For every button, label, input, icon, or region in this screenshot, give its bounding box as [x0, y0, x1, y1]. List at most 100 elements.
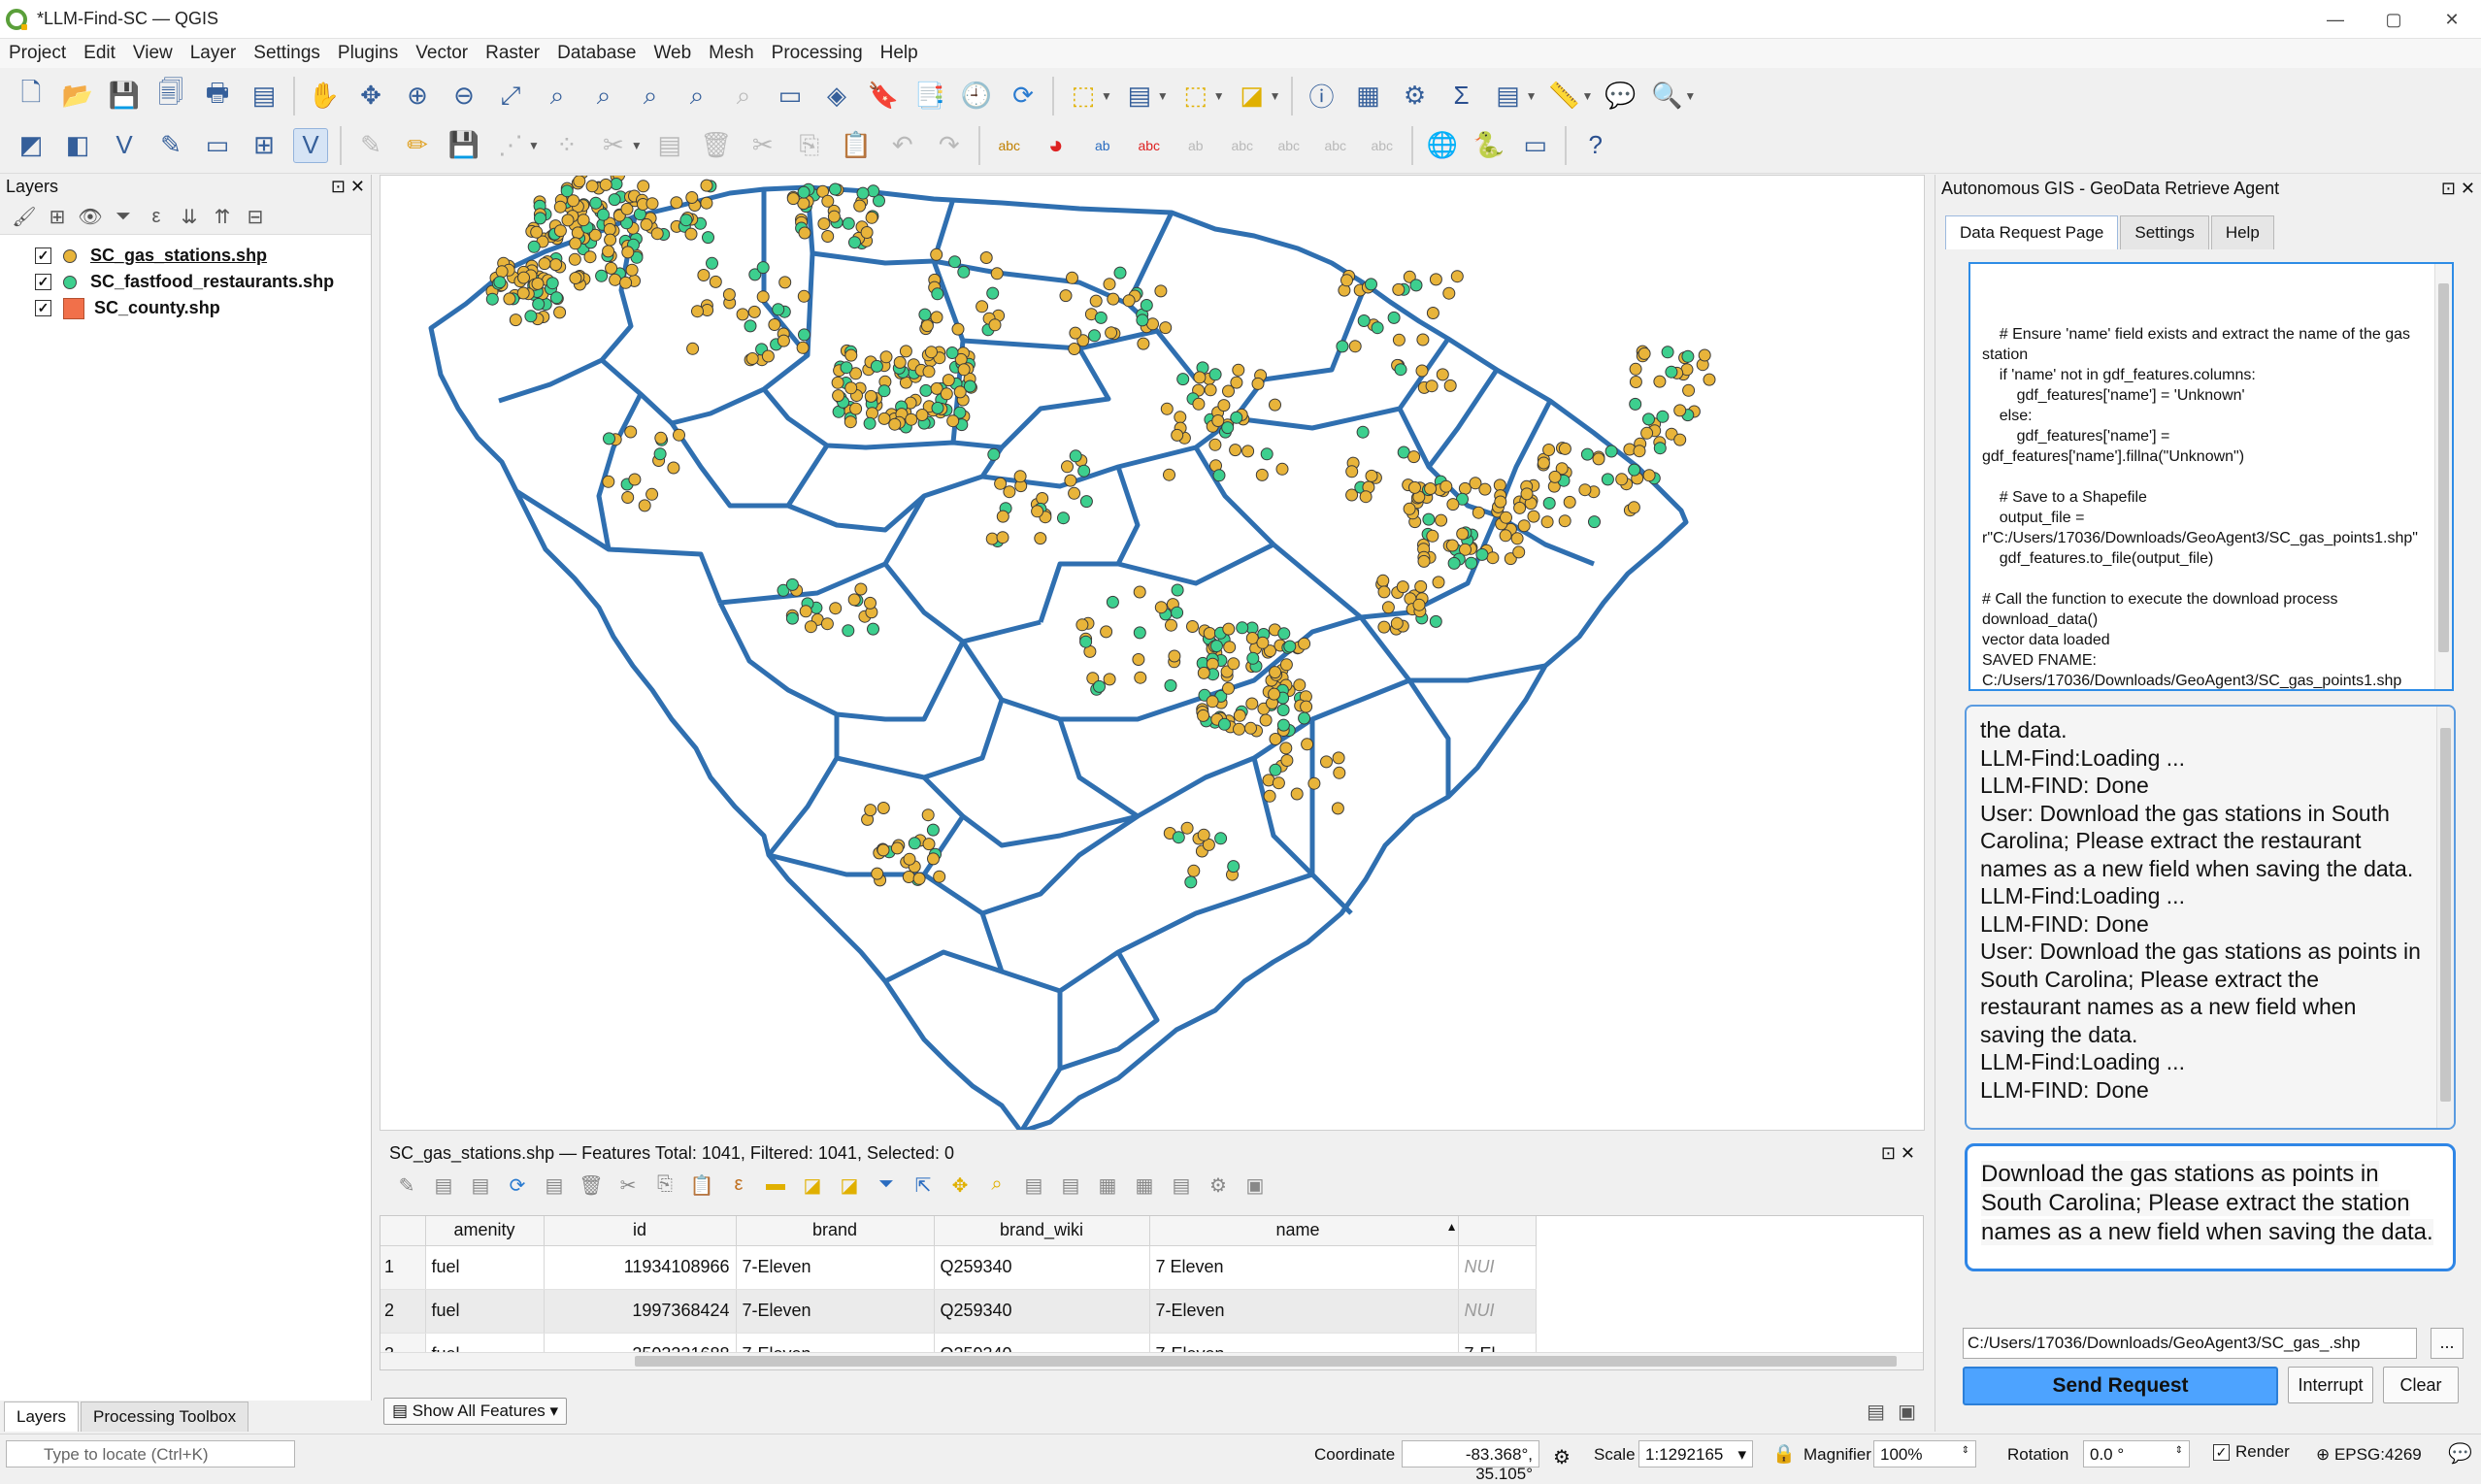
attribute-table-icon[interactable]: ▦ — [1351, 79, 1386, 114]
cell-brand[interactable]: 7-Eleven — [736, 1245, 935, 1290]
panel-close-icon[interactable]: ⊡ ✕ — [2441, 179, 2475, 200]
column-header-name[interactable]: name ▲ — [1149, 1216, 1459, 1246]
menu-edit[interactable]: Edit — [75, 43, 124, 64]
add-postgis-icon[interactable]: ✎ — [153, 128, 188, 163]
layer-style-icon[interactable]: 🖌 — [8, 205, 41, 229]
cell-amenity[interactable]: fuel — [425, 1245, 545, 1290]
add-mesh-icon[interactable]: ⊞ — [247, 128, 281, 163]
select-by-expression-icon[interactable]: ε — [723, 1173, 754, 1203]
deselect-icon[interactable]: ⬚ — [1178, 79, 1213, 114]
zoom-to-layer-icon[interactable]: ⌕ — [586, 79, 621, 114]
add-feature-icon[interactable]: ⋰ — [493, 128, 528, 163]
rotation-spinbox[interactable]: 0.0 ° ⇕ — [2083, 1440, 2190, 1468]
add-vector-layer-icon[interactable]: ◩ — [14, 128, 49, 163]
locator-search-input[interactable]: Type to locate (Ctrl+K) — [6, 1440, 295, 1468]
zoom-full-icon[interactable]: ⤢ — [493, 79, 528, 114]
coordinate-field[interactable]: -83.368°, 35.105° — [1402, 1440, 1539, 1483]
menu-database[interactable]: Database — [548, 43, 645, 64]
menu-settings[interactable]: Settings — [245, 43, 329, 64]
zoom-to-selected-icon[interactable]: ⌕ — [981, 1173, 1012, 1203]
copy-icon[interactable]: ⎘ — [649, 1173, 680, 1203]
menu-web[interactable]: Web — [645, 43, 700, 64]
field-calculator-icon[interactable]: ▦ — [1092, 1173, 1123, 1203]
zoom-to-selection-icon[interactable]: ⌕ — [540, 79, 575, 114]
column-header-id[interactable]: id — [544, 1216, 737, 1246]
change-label-icon[interactable]: abc — [1272, 128, 1307, 163]
print-layout-icon[interactable]: 🖶 — [200, 78, 235, 114]
tab-help[interactable]: Help — [2210, 215, 2274, 249]
delete-selected-icon[interactable]: 🗑 — [699, 128, 734, 163]
new-field-icon[interactable]: ▤ — [1018, 1173, 1049, 1203]
measure-icon[interactable]: 📏 — [1546, 79, 1581, 114]
vertex-tool-icon[interactable]: ⁘ — [549, 128, 584, 163]
render-checkbox[interactable]: ✓ Render — [2213, 1442, 2290, 1462]
cell-name[interactable]: 7-Eleven — [1149, 1289, 1459, 1334]
label-callout-icon[interactable]: abc — [1365, 128, 1400, 163]
reload-table-icon[interactable]: ⟳ — [502, 1173, 533, 1203]
open-table-icon[interactable]: ▤ — [1491, 79, 1526, 114]
save-as-icon[interactable]: 🗐 — [153, 78, 188, 114]
show-hide-labels-icon[interactable]: abc — [1132, 128, 1167, 163]
column-header-more[interactable] — [1458, 1216, 1537, 1246]
vertical-scrollbar[interactable] — [2436, 707, 2454, 1128]
filter-legend-icon[interactable]: ⏷ — [107, 206, 140, 228]
delete-feature-icon[interactable]: 🗑 — [576, 1173, 607, 1203]
zoom-native-icon[interactable]: ⌕ — [633, 79, 668, 114]
cell-extra[interactable]: NUI — [1458, 1245, 1537, 1290]
pan-to-selection-icon[interactable]: ✥ — [353, 79, 388, 114]
actions-icon[interactable]: ⚙ — [1203, 1173, 1234, 1203]
paste-icon[interactable]: 📋 — [839, 128, 874, 163]
invert-selection-icon[interactable]: ◪ — [797, 1173, 828, 1203]
map-canvas[interactable] — [380, 175, 1925, 1131]
multi-edit-icon[interactable]: ▤ — [465, 1173, 496, 1203]
show-bookmarks-icon[interactable]: 📑 — [912, 79, 947, 114]
layer-item-county[interactable]: ✓ SC_county.shp — [0, 295, 371, 321]
toggle-edit-icon[interactable]: ✎ — [391, 1173, 422, 1203]
label-properties-icon[interactable]: abc — [1318, 128, 1353, 163]
attribute-edit-icon[interactable]: ▤ — [652, 128, 687, 163]
column-header-brand[interactable]: brand — [736, 1216, 935, 1246]
row-number[interactable]: 2 — [380, 1289, 426, 1334]
menu-project[interactable]: Project — [0, 43, 75, 64]
open-project-icon[interactable]: 📂 — [60, 79, 95, 114]
undo-icon[interactable]: ↶ — [885, 128, 920, 163]
cell-id[interactable]: 11934108966 — [544, 1245, 737, 1290]
select-features-icon[interactable]: ⬚ — [1066, 79, 1101, 114]
minimize-button[interactable]: — — [2306, 0, 2365, 39]
panel-close-icon[interactable]: ⊡ ✕ — [1881, 1143, 1915, 1165]
expand-all-icon[interactable]: ⇊ — [173, 205, 206, 229]
scale-combobox[interactable]: 1:1292165 ▾ — [1638, 1440, 1753, 1468]
cell-extra[interactable]: NUI — [1458, 1289, 1537, 1334]
browse-button[interactable]: ... — [2431, 1328, 2464, 1359]
interrupt-button[interactable]: Interrupt — [2288, 1367, 2373, 1403]
table-view-icon[interactable]: ▤ — [1867, 1400, 1885, 1424]
statistics-sum-icon[interactable]: Σ — [1444, 79, 1479, 114]
maximize-button[interactable]: ▢ — [2365, 0, 2423, 39]
cell-amenity[interactable]: fuel — [425, 1289, 545, 1334]
temporal-controller-icon[interactable]: 🕘 — [959, 79, 994, 114]
conversation-log[interactable]: the data. LLM-Find:Loading ... LLM-FIND:… — [1965, 705, 2456, 1130]
globe-plugin-icon[interactable]: 🌐 — [1425, 128, 1460, 163]
menu-view[interactable]: View — [124, 43, 182, 64]
map-tips-icon[interactable]: 💬 — [1603, 79, 1637, 114]
help-icon[interactable]: ? — [1578, 128, 1613, 163]
add-raster-layer-icon[interactable]: ◧ — [60, 128, 95, 163]
paste-icon[interactable]: 📋 — [686, 1173, 717, 1203]
redo-icon[interactable]: ↷ — [932, 128, 967, 163]
panel-close-icon[interactable]: ⊡ ✕ — [331, 177, 365, 198]
clear-button[interactable]: Clear — [2383, 1367, 2459, 1403]
refresh-icon[interactable]: ⟳ — [1006, 79, 1041, 114]
pin-labels-icon[interactable]: ab — [1085, 128, 1120, 163]
layer-item-gas-stations[interactable]: ✓ SC_gas_stations.shp — [0, 243, 371, 269]
cell-brand-wiki[interactable]: Q259340 — [934, 1289, 1150, 1334]
toggle-editing-icon[interactable]: ✎ — [353, 128, 388, 163]
menu-vector[interactable]: Vector — [407, 43, 477, 64]
layer-checkbox[interactable]: ✓ — [35, 247, 51, 264]
label-tool-icon[interactable]: abc — [992, 128, 1027, 163]
collapse-all-icon[interactable]: ⇈ — [206, 205, 239, 229]
rotate-label-icon[interactable]: abc — [1225, 128, 1260, 163]
menu-raster[interactable]: Raster — [477, 43, 548, 64]
table-row[interactable]: 1 fuel 11934108966 7-Eleven Q259340 7 El… — [380, 1245, 1537, 1290]
search-locator-icon[interactable]: 🔍 — [1649, 79, 1684, 114]
menu-layer[interactable]: Layer — [182, 43, 246, 64]
